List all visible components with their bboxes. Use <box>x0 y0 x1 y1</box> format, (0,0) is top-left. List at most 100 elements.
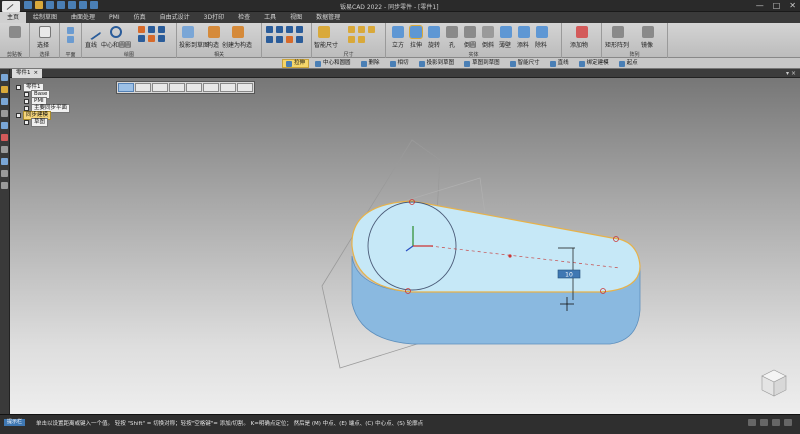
line-icon[interactable] <box>84 23 102 41</box>
dim-icon[interactable] <box>358 36 365 43</box>
view-cube[interactable] <box>761 369 787 397</box>
feature-icon[interactable] <box>1 110 8 117</box>
notes-icon[interactable] <box>1 182 8 189</box>
document-tab[interactable]: 零件1 × <box>12 69 43 78</box>
tools-icon[interactable] <box>1 146 8 153</box>
tab-9[interactable]: 视图 <box>283 12 309 23</box>
arc-icon[interactable] <box>138 26 145 33</box>
pull-icon[interactable] <box>409 25 423 39</box>
tab-0[interactable]: 主页 <box>0 12 27 23</box>
dim-icon[interactable] <box>358 26 365 33</box>
minimize-icon[interactable]: — <box>756 1 764 10</box>
shaded-view-icon[interactable] <box>118 83 134 92</box>
line-button[interactable]: 直线 <box>85 40 97 49</box>
rotate-button[interactable]: 旋转 <box>428 40 440 49</box>
tab-5[interactable]: 自由式设计 <box>153 12 197 23</box>
project-icon[interactable] <box>182 26 194 38</box>
dim-icon[interactable] <box>348 26 355 33</box>
vertical-icon[interactable] <box>276 26 283 33</box>
open-icon[interactable] <box>35 1 43 9</box>
command-item[interactable]: 起点 <box>615 59 642 68</box>
add-body-button[interactable]: 添加物 <box>570 40 588 49</box>
plane-icon[interactable] <box>67 36 74 43</box>
tree-item[interactable]: 草图 <box>16 118 70 127</box>
command-item[interactable]: 相切 <box>386 59 413 68</box>
section-icon[interactable] <box>186 83 202 92</box>
point-icon[interactable] <box>158 35 165 42</box>
pan-icon[interactable] <box>772 419 780 426</box>
render-icon[interactable] <box>220 83 236 92</box>
horizontal-icon[interactable] <box>266 26 273 33</box>
perpendicular-icon[interactable] <box>276 36 283 43</box>
extrude-icon[interactable] <box>392 26 404 38</box>
settings-icon[interactable] <box>90 1 98 9</box>
command-item[interactable]: 草图到草图 <box>460 59 504 68</box>
model-canvas[interactable]: 10 <box>10 78 800 414</box>
zoom-icon[interactable] <box>169 83 185 92</box>
mirror-icon[interactable] <box>642 26 654 38</box>
search-icon[interactable] <box>1 170 8 177</box>
save-icon[interactable] <box>46 1 54 9</box>
zoom-area-icon[interactable] <box>748 419 756 426</box>
hole-icon[interactable] <box>446 26 458 38</box>
undo-icon[interactable] <box>57 1 65 9</box>
properties-icon[interactable] <box>1 158 8 165</box>
smart-dimension-button[interactable]: 智能尺寸 <box>314 40 338 49</box>
paste-icon[interactable] <box>9 26 21 38</box>
hole-button[interactable]: 孔 <box>449 40 455 49</box>
extrude-button[interactable]: 立方 <box>392 40 404 49</box>
create-construct-button[interactable]: 创建为构造 <box>222 40 252 49</box>
remove-material-button[interactable]: 除料 <box>535 40 547 49</box>
circle-icon[interactable] <box>110 26 122 38</box>
tree-checkbox[interactable] <box>24 99 29 104</box>
layers-icon[interactable] <box>1 86 8 93</box>
curve-icon[interactable] <box>148 35 155 42</box>
construct-button[interactable]: 构造 <box>207 40 219 49</box>
add-body-icon[interactable] <box>576 26 588 38</box>
command-item[interactable]: 直线 <box>546 59 573 68</box>
tab-6[interactable]: 3D打印 <box>197 12 231 23</box>
tab-8[interactable]: 工具 <box>257 12 283 23</box>
style-icon[interactable] <box>135 83 151 92</box>
lock-icon[interactable] <box>286 36 293 43</box>
thin-wall-icon[interactable] <box>500 26 512 38</box>
rect-icon[interactable] <box>148 26 155 33</box>
plane-icon[interactable] <box>67 27 74 34</box>
tree-checkbox[interactable] <box>16 113 21 118</box>
new-icon[interactable] <box>24 1 32 9</box>
command-item[interactable]: 中心和圆圆 <box>311 59 355 68</box>
chamfer-button[interactable]: 倒斜 <box>482 40 494 49</box>
polygon-icon[interactable] <box>158 26 165 33</box>
create-construct-icon[interactable] <box>232 26 244 38</box>
rect-pattern-icon[interactable] <box>612 26 624 38</box>
part-top-face[interactable] <box>351 200 641 293</box>
command-item[interactable]: 绑定建模 <box>575 59 613 68</box>
redo-icon[interactable] <box>68 1 76 9</box>
settings-icon[interactable] <box>237 83 253 92</box>
rotate-view-icon[interactable] <box>784 419 792 426</box>
remove-material-icon[interactable] <box>536 26 548 38</box>
print-icon[interactable] <box>79 1 87 9</box>
sensor-icon[interactable] <box>1 122 8 129</box>
graphics-viewport[interactable]: 10 零件1 Base PMI 主要同步平面 同步建模 草图 <box>10 78 800 414</box>
round-icon[interactable] <box>464 26 476 38</box>
library-icon[interactable] <box>1 98 8 105</box>
errors-icon[interactable] <box>1 134 8 141</box>
circle-button[interactable]: 中心和圆圆 <box>101 40 131 49</box>
rect-pattern-button[interactable]: 矩形阵列 <box>605 40 629 49</box>
add-material-button[interactable]: 添料 <box>517 40 529 49</box>
tab-2[interactable]: 曲面处理 <box>64 12 102 23</box>
select-button[interactable]: 选择 <box>37 40 49 49</box>
smart-dimension-icon[interactable] <box>318 26 330 38</box>
tab-1[interactable]: 绘制草图 <box>26 12 64 23</box>
orient-icon[interactable] <box>152 83 168 92</box>
rotate-icon[interactable] <box>428 26 440 38</box>
fit-icon[interactable] <box>760 419 768 426</box>
chamfer-icon[interactable] <box>482 26 494 38</box>
select-arrow-icon[interactable] <box>39 26 51 38</box>
command-item[interactable]: 删除 <box>357 59 384 68</box>
pull-button[interactable]: 拉伸 <box>410 40 422 49</box>
round-button[interactable]: 倒圆 <box>464 40 476 49</box>
equal-icon[interactable] <box>296 36 303 43</box>
tab-3[interactable]: PMI <box>102 12 127 23</box>
